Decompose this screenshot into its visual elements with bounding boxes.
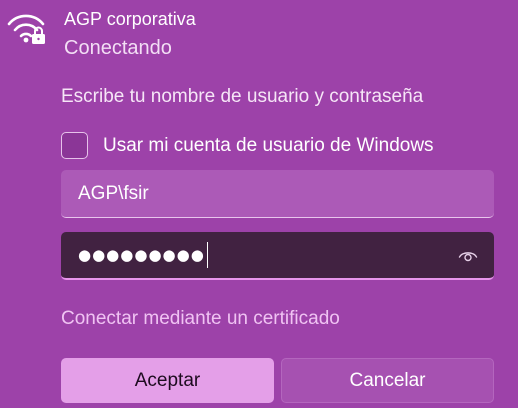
cancel-button[interactable]: Cancelar [281, 358, 494, 403]
use-windows-account-checkbox[interactable] [61, 132, 88, 159]
eye-icon[interactable] [458, 247, 478, 263]
username-field[interactable]: AGP\fsir [61, 170, 494, 218]
network-name: AGP corporativa [64, 9, 196, 29]
network-status: Conectando [64, 37, 172, 59]
wifi-lock-icon [6, 10, 50, 46]
accept-button[interactable]: Aceptar [61, 358, 274, 403]
password-value: ●●●●●●●●● [78, 246, 205, 264]
use-windows-account-option[interactable]: Usar mi cuenta de usuario de Windows [61, 131, 434, 160]
connect-with-certificate-link[interactable]: Conectar mediante un certificado [61, 308, 340, 330]
use-windows-account-label: Usar mi cuenta de usuario de Windows [103, 134, 434, 156]
username-value: AGP\fsir [78, 182, 149, 204]
credentials-prompt: Escribe tu nombre de usuario y contraseñ… [61, 86, 424, 107]
password-field[interactable]: ●●●●●●●●● [61, 232, 494, 280]
text-caret [206, 242, 208, 268]
